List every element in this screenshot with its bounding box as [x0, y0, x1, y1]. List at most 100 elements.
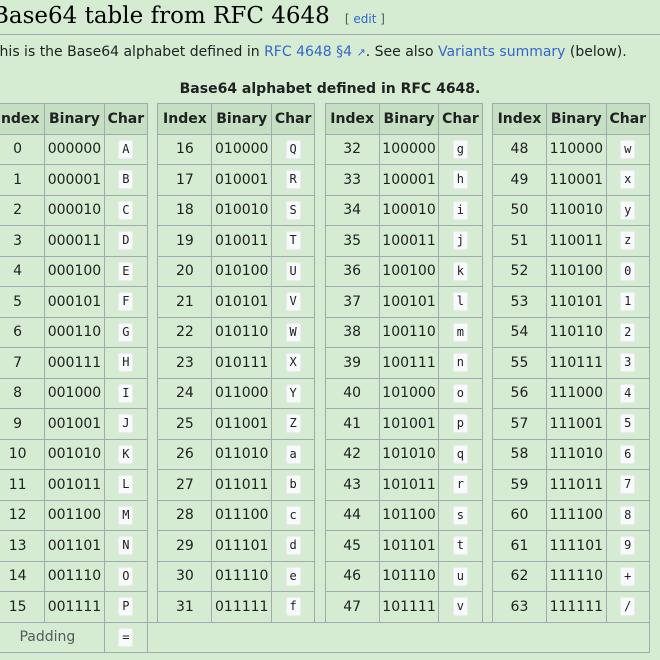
index-cell: 58 — [491, 438, 548, 470]
padding-char-cell: = — [103, 621, 149, 653]
column-gap — [314, 225, 326, 256]
binary-cell: 000110 — [44, 316, 105, 348]
header-index: Index — [491, 103, 548, 135]
padding-row: Padding = — [0, 621, 650, 653]
char-value: Y — [285, 383, 301, 403]
binary-cell: 100110 — [378, 316, 440, 348]
char-cell: y — [605, 194, 651, 226]
char-cell: O — [103, 560, 149, 592]
table-row: 0 000000 A 16 010000 Q 32 100000 g 48 110000 w — [0, 133, 651, 165]
header-char: Char — [270, 103, 316, 135]
char-value: i — [452, 200, 469, 220]
binary-cell: 111011 — [546, 469, 607, 501]
char-value: f — [285, 597, 301, 617]
edit-link[interactable]: edit — [353, 12, 376, 26]
index-cell: 17 — [157, 164, 213, 196]
binary-cell: 011111 — [211, 591, 272, 623]
binary-cell: 100100 — [378, 255, 440, 287]
char-value: s — [452, 505, 469, 525]
section-heading: Base64 table from RFC 4648 [ edit ] — [0, 3, 385, 29]
char-cell: q — [438, 438, 483, 470]
index-cell: 5 — [0, 286, 46, 318]
char-value: P — [118, 597, 134, 617]
binary-cell: 001011 — [44, 469, 105, 501]
column-gap — [481, 103, 493, 134]
char-cell: J — [103, 408, 149, 440]
binary-cell: 100101 — [378, 286, 440, 318]
char-value: M — [118, 505, 134, 525]
binary-cell: 100111 — [378, 347, 440, 379]
index-cell: 62 — [491, 560, 548, 592]
binary-cell: 100000 — [378, 133, 440, 165]
binary-cell: 000100 — [44, 255, 105, 287]
index-cell: 22 — [157, 316, 213, 348]
char-cell: P — [103, 591, 149, 623]
column-gap — [481, 439, 493, 470]
char-value: Z — [285, 414, 301, 434]
char-cell: m — [438, 316, 483, 348]
table-row: 3 000011 D 19 010011 T 35 100011 j 51 110011 z — [0, 225, 651, 257]
binary-cell: 111110 — [546, 560, 607, 592]
rfc-link[interactable]: RFC 4648 §4 ↗ — [264, 44, 366, 60]
binary-cell: 110011 — [546, 225, 607, 257]
char-cell: Z — [270, 408, 316, 440]
column-gap — [147, 347, 159, 378]
binary-cell: 111101 — [546, 530, 607, 562]
char-value: 4 — [620, 383, 636, 403]
index-cell: 48 — [491, 133, 548, 165]
header-index: Index — [0, 103, 46, 135]
index-cell: 51 — [491, 225, 548, 257]
index-cell: 56 — [491, 377, 548, 409]
column-gap — [147, 134, 159, 165]
char-value: B — [118, 170, 134, 190]
index-cell: 21 — [157, 286, 213, 318]
binary-cell: 110010 — [546, 194, 607, 226]
base64-table: Index Binary Char Index Binary Char Index Binar… — [0, 103, 651, 653]
index-cell: 8 — [0, 377, 46, 409]
header-binary: Binary — [378, 103, 440, 135]
column-gap — [481, 469, 493, 500]
table-row: 11 001011 L 27 011011 b 43 101011 r 59 111011 7 — [0, 469, 651, 501]
index-cell: 45 — [324, 530, 380, 562]
binary-cell: 010110 — [211, 316, 272, 348]
char-value: N — [118, 536, 134, 556]
char-cell: E — [103, 255, 149, 287]
char-value: Q — [285, 139, 301, 159]
char-value: p — [452, 414, 469, 434]
char-cell: 5 — [605, 408, 651, 440]
char-value: V — [285, 292, 301, 312]
char-cell: + — [605, 560, 651, 592]
char-value: 9 — [620, 536, 636, 556]
index-cell: 0 — [0, 133, 46, 165]
index-cell: 60 — [491, 499, 548, 531]
section-title: Base64 table from RFC 4648 — [0, 3, 330, 29]
column-gap — [314, 286, 326, 317]
table-row: 6 000110 G 22 010110 W 38 100110 m 54 110110 2 — [0, 316, 651, 348]
index-cell: 25 — [157, 408, 213, 440]
index-cell: 46 — [324, 560, 380, 592]
char-value: W — [285, 322, 301, 342]
char-value: 2 — [620, 322, 636, 342]
column-gap — [481, 286, 493, 317]
intro-paragraph: This is the Base64 alphabet defined in R… — [0, 44, 627, 60]
binary-cell: 001010 — [44, 438, 105, 470]
char-cell: U — [270, 255, 316, 287]
table-row: 2 000010 C 18 010010 S 34 100010 i 50 110010 y — [0, 194, 651, 226]
binary-cell: 101010 — [378, 438, 440, 470]
char-value: y — [620, 200, 636, 220]
table-header-row: Index Binary Char Index Binary Char Index Binar… — [0, 103, 651, 135]
variants-summary-link[interactable]: Variants summary — [438, 44, 565, 60]
index-cell: 27 — [157, 469, 213, 501]
char-value: r — [452, 475, 469, 495]
binary-cell: 011000 — [211, 377, 272, 409]
binary-cell: 011100 — [211, 499, 272, 531]
char-value: 0 — [620, 261, 636, 281]
index-cell: 61 — [491, 530, 548, 562]
index-cell: 18 — [157, 194, 213, 226]
char-cell: 3 — [605, 347, 651, 379]
char-cell: M — [103, 499, 149, 531]
column-gap — [481, 378, 493, 409]
char-cell: V — [270, 286, 316, 318]
column-gap — [481, 347, 493, 378]
column-gap — [314, 561, 326, 592]
